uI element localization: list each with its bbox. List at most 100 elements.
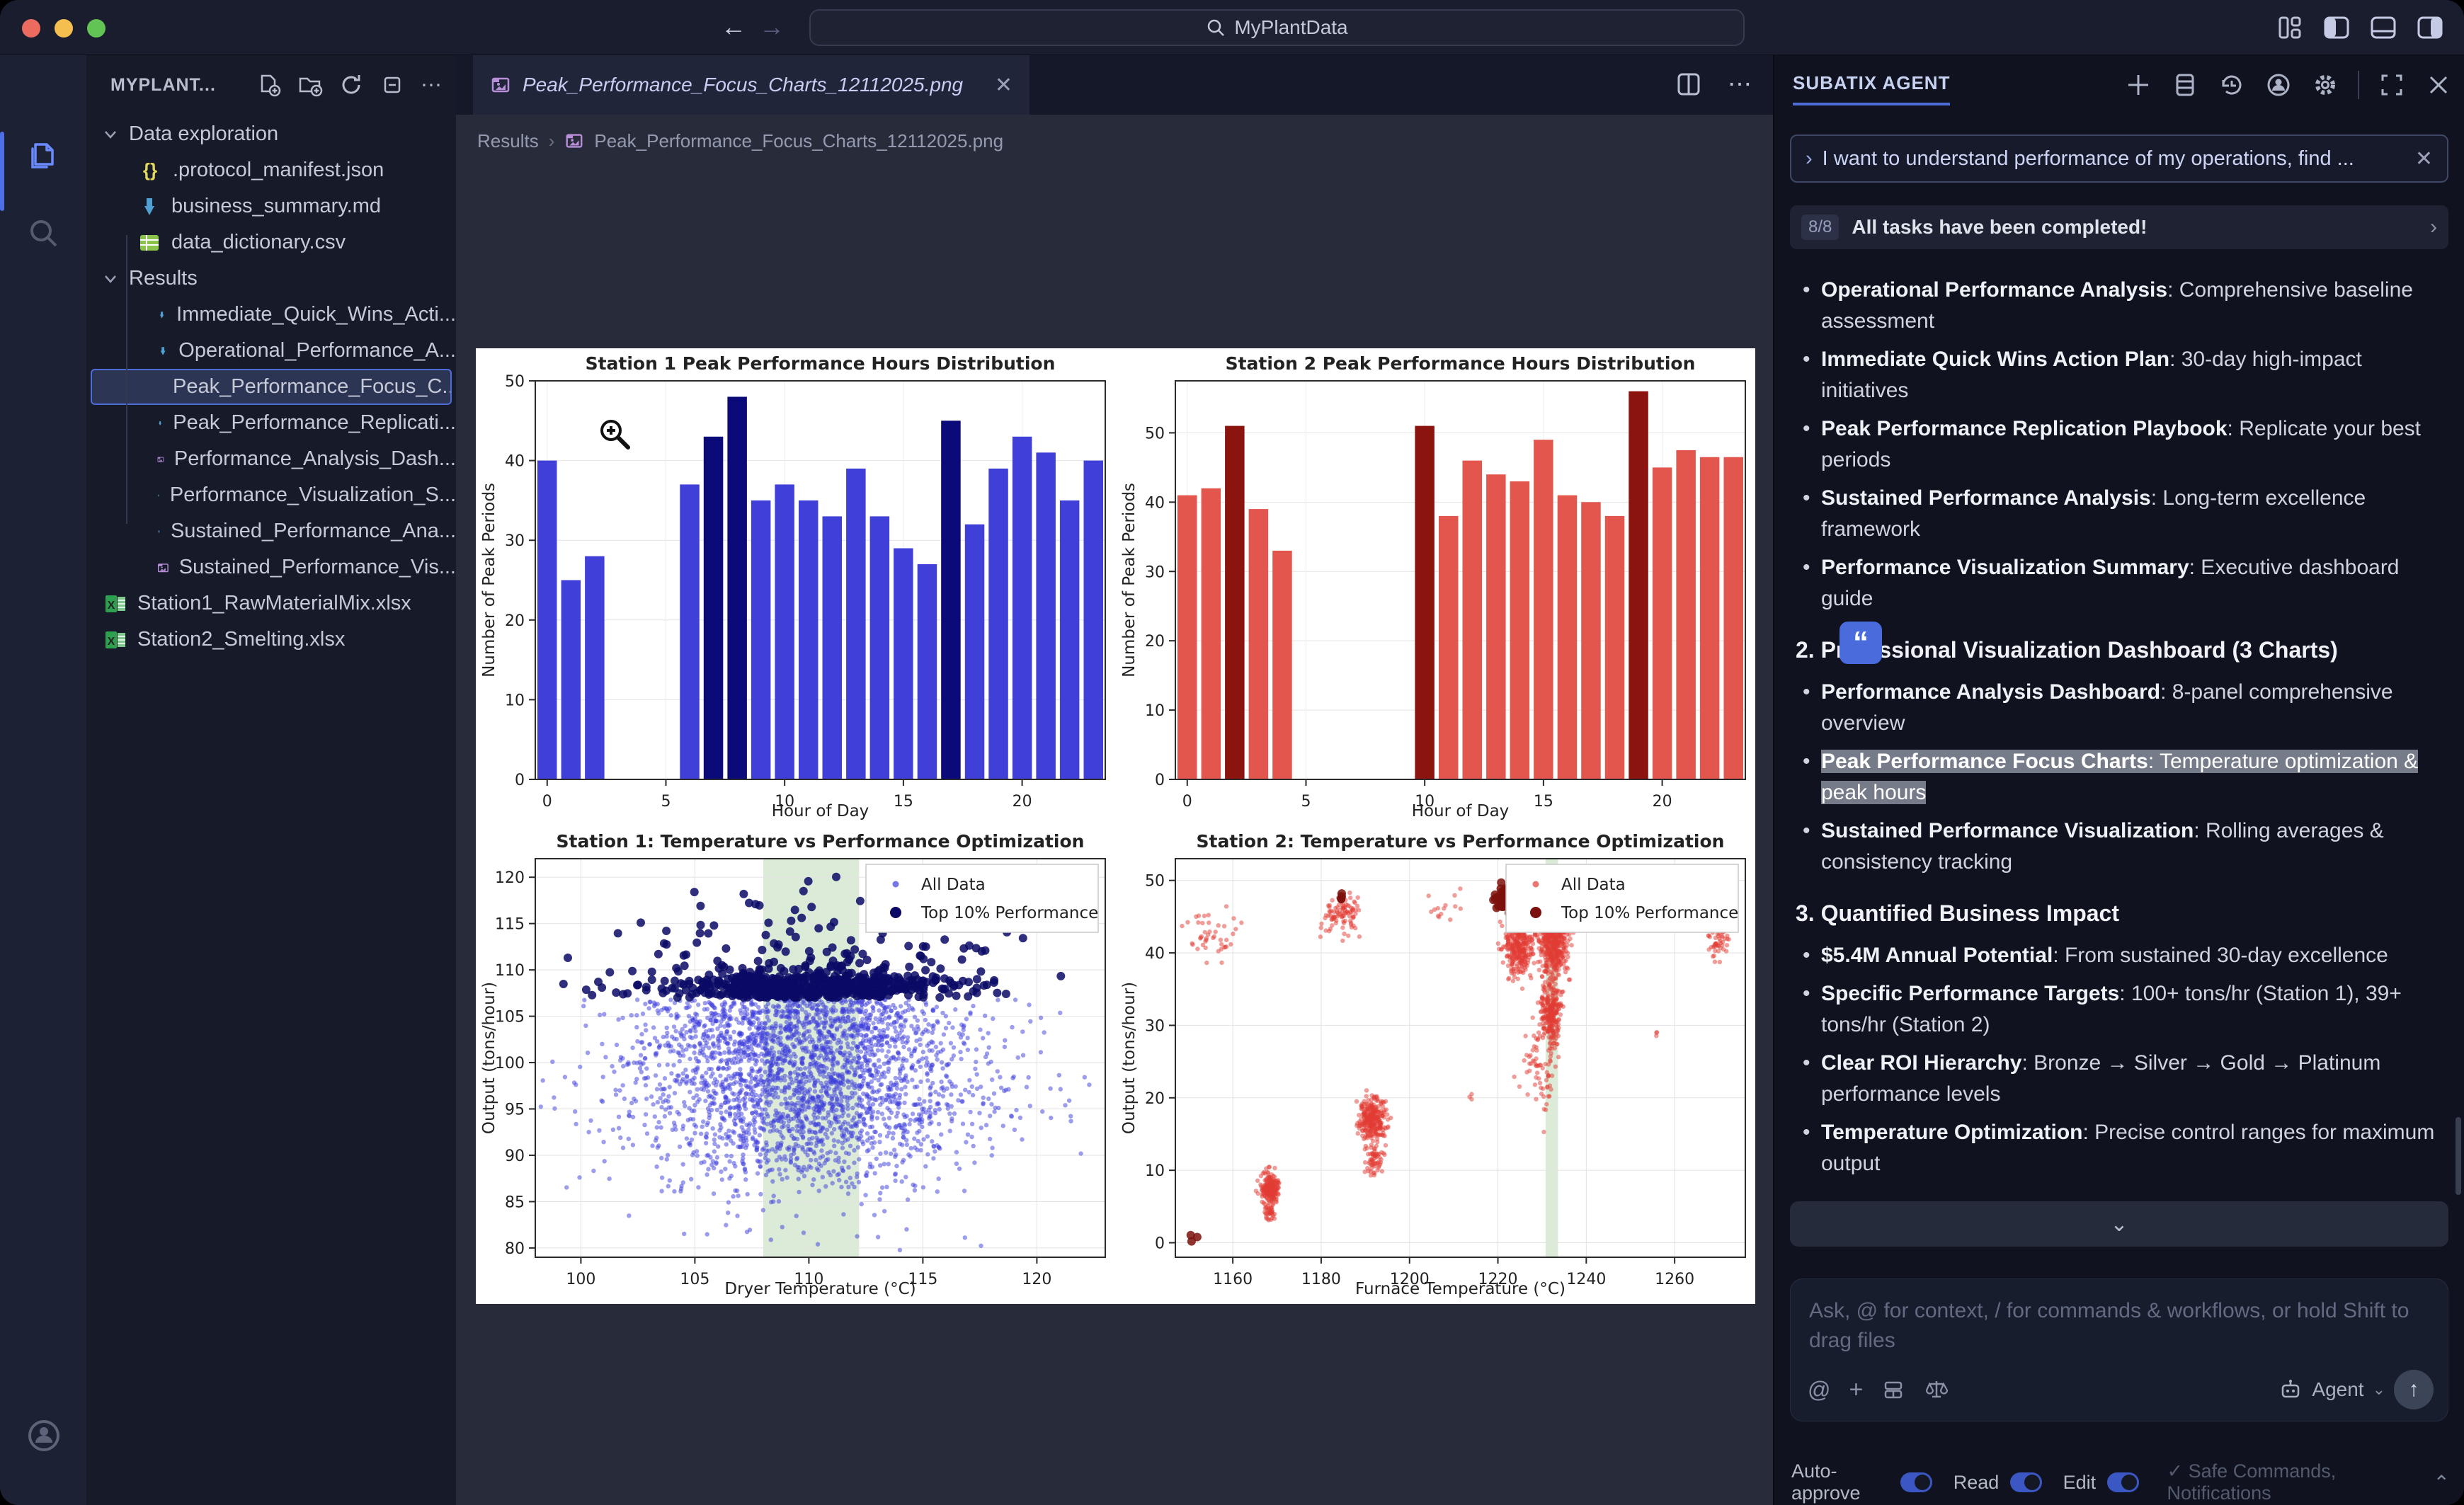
tree-item-label: Peak_Performance_Replicati...	[173, 411, 456, 435]
tree-item-station1-rawmaterialmix-xlsx[interactable]: XStation1_RawMaterialMix.xlsx	[86, 585, 456, 622]
toggle-read[interactable]	[2010, 1472, 2041, 1492]
layout-cards-icon[interactable]	[1881, 1378, 1905, 1402]
markdown-file-icon	[157, 411, 163, 435]
svg-text:X: X	[108, 600, 115, 612]
tasks-expand-icon[interactable]: ›	[2430, 215, 2437, 239]
tab-close-icon[interactable]: ✕	[995, 73, 1013, 98]
collapse-all-icon[interactable]	[380, 72, 405, 98]
send-button[interactable]: ↑	[2394, 1370, 2434, 1409]
toggle-label-auto-approve: Auto-approve	[1791, 1460, 1889, 1504]
toggle-right-panel-icon[interactable]	[2414, 12, 2446, 43]
search-icon	[1206, 18, 1226, 38]
new-chat-icon[interactable]	[2124, 71, 2152, 99]
footer-toggles: Auto-approveReadEdit	[1791, 1460, 2149, 1504]
breadcrumb[interactable]: Results › Peak_Performance_Focus_Charts_…	[477, 123, 1003, 159]
quote-badge-icon[interactable]: “	[1840, 622, 1882, 664]
new-folder-icon[interactable]	[297, 72, 323, 98]
query-text: I want to understand performance of my o…	[1823, 147, 2405, 171]
agent-panel-title[interactable]: SUBATIX AGENT	[1793, 72, 1950, 105]
tree-item-performance-analysis-dash[interactable]: Performance_Analysis_Dash...	[86, 441, 456, 477]
svg-text:120: 120	[495, 869, 525, 887]
svg-text:110: 110	[495, 962, 525, 980]
image-file-icon	[157, 556, 169, 580]
new-file-icon[interactable]	[256, 72, 282, 98]
chat-list-icon[interactable]	[2171, 71, 2199, 99]
expand-panel-icon[interactable]	[2378, 71, 2406, 99]
tree-item-label: Performance_Analysis_Dash...	[174, 447, 456, 471]
more-actions-icon[interactable]: ⋯	[421, 73, 443, 98]
svg-text:All Data: All Data	[921, 876, 986, 894]
agent-account-icon[interactable]	[2264, 71, 2293, 99]
svg-text:20: 20	[505, 612, 525, 630]
forward-icon[interactable]: →	[759, 13, 785, 41]
back-icon[interactable]: ←	[721, 13, 746, 41]
explorer-files-icon[interactable]	[25, 135, 62, 171]
footer-hint: ✓ Safe Commands, Notifications	[2167, 1460, 2422, 1504]
tree-item-peak-performance-focus-c[interactable]: Peak_Performance_Focus_C...	[91, 369, 452, 405]
station2-peak-hours-bar-chart: 0102030405005101520Station 2 Peak Perfor…	[1116, 348, 1755, 826]
tree-item-sustained-performance-vis[interactable]: Sustained_Performance_Vis...	[86, 549, 456, 585]
composer-placeholder: Ask, @ for context, / for commands & wor…	[1791, 1279, 2448, 1356]
task-bullet: Immediate Quick Wins Action Plan: 30-day…	[1796, 344, 2446, 406]
toggle-left-panel-icon[interactable]	[2321, 12, 2352, 43]
at-mention-icon[interactable]: @	[1808, 1377, 1830, 1403]
refresh-icon[interactable]	[338, 72, 364, 98]
close-panel-icon[interactable]	[2424, 71, 2453, 99]
tree-item-protocol-manifest-json[interactable]: {}.protocol_manifest.json	[86, 152, 456, 188]
tree-item-immediate-quick-wins-acti[interactable]: Immediate_Quick_Wins_Acti...	[86, 297, 456, 333]
search-sidebar-icon[interactable]	[25, 215, 61, 251]
tasks-count-badge: 8/8	[1801, 214, 1839, 240]
footer-collapse-icon[interactable]: ⌃	[2434, 1471, 2450, 1494]
tree-section-data-exploration[interactable]: Data exploration	[86, 116, 456, 152]
agent-panel: SUBATIX AGENT	[1773, 55, 2464, 1505]
minimize-traffic-light[interactable]	[55, 19, 73, 38]
workspace-title[interactable]: MYPLANT...	[110, 75, 216, 96]
chevron-down-icon	[102, 126, 119, 143]
excel-file-icon: X	[103, 592, 127, 616]
breadcrumb-root[interactable]: Results	[477, 130, 539, 152]
workspace-search[interactable]: MyPlantData	[809, 9, 1745, 46]
markdown-file-icon	[157, 520, 161, 544]
tree-item-data-dictionary-csv[interactable]: data_dictionary.csv	[86, 224, 456, 261]
agent-scrollbar-thumb[interactable]	[2456, 1117, 2461, 1195]
scroll-to-bottom-button[interactable]: ⌄	[1790, 1201, 2448, 1247]
settings-gear-icon[interactable]	[25, 1499, 62, 1505]
query-close-icon[interactable]: ✕	[2415, 147, 2433, 171]
scales-icon[interactable]	[1924, 1377, 1949, 1402]
svg-text:20: 20	[1653, 793, 1672, 811]
editor-tabbar: Peak_Performance_Focus_Charts_12112025.p…	[456, 55, 1773, 115]
agent-footer: Auto-approveReadEdit ✓ Safe Commands, No…	[1791, 1463, 2450, 1502]
user-query-pill[interactable]: › I want to understand performance of my…	[1790, 135, 2448, 183]
account-icon[interactable]	[25, 1417, 62, 1454]
tree-item-performance-visualization-s[interactable]: Performance_Visualization_S...	[86, 477, 456, 513]
history-icon[interactable]	[2218, 71, 2246, 99]
attach-plus-icon[interactable]: +	[1849, 1376, 1863, 1404]
station2-temperature-scatter-chart: All DataTop 10% Performance0102030405011…	[1116, 826, 1755, 1304]
toggle-bottom-panel-icon[interactable]	[2368, 12, 2399, 43]
mode-chevron-icon[interactable]: ⌄	[2373, 1380, 2385, 1399]
tab-peak-performance-focus-charts[interactable]: Peak_Performance_Focus_Charts_12112025.p…	[473, 55, 1029, 115]
agent-section-heading: 3. Quantified Business Impact	[1796, 898, 2446, 929]
svg-text:50: 50	[505, 373, 525, 391]
tree-item-operational-performance-a[interactable]: Operational_Performance_A...	[86, 333, 456, 369]
toggle-edit[interactable]	[2107, 1472, 2138, 1492]
agent-settings-icon[interactable]	[2311, 71, 2339, 99]
toggle-auto-approve[interactable]	[1900, 1472, 1932, 1492]
tasks-summary-bar[interactable]: 8/8 All tasks have been completed! ›	[1790, 205, 2448, 249]
tree-item-sustained-performance-ana[interactable]: Sustained_Performance_Ana...	[86, 513, 456, 549]
split-editor-icon[interactable]	[1674, 69, 1704, 99]
tree-item-business-summary-md[interactable]: business_summary.md	[86, 188, 456, 224]
search-value: MyPlantData	[1234, 16, 1347, 39]
image-preview-canvas[interactable]: 0102030405005101520Station 1 Peak Perfor…	[476, 348, 1755, 1304]
editor-more-icon[interactable]: ⋯	[1728, 70, 1753, 98]
maximize-traffic-light[interactable]	[87, 19, 105, 38]
close-traffic-light[interactable]	[22, 19, 40, 38]
tree-item-label: data_dictionary.csv	[171, 231, 346, 254]
tree-item-station2-smelting-xlsx[interactable]: XStation2_Smelting.xlsx	[86, 622, 456, 658]
tree-item-peak-performance-replicati[interactable]: Peak_Performance_Replicati...	[86, 405, 456, 441]
tree-indent-guide	[126, 235, 127, 524]
mode-selector-label[interactable]: Agent	[2312, 1378, 2363, 1401]
chat-composer[interactable]: Ask, @ for context, / for commands & wor…	[1790, 1278, 2448, 1421]
tree-section-results[interactable]: Results	[86, 261, 456, 297]
layout-grid-icon[interactable]	[2274, 12, 2305, 43]
